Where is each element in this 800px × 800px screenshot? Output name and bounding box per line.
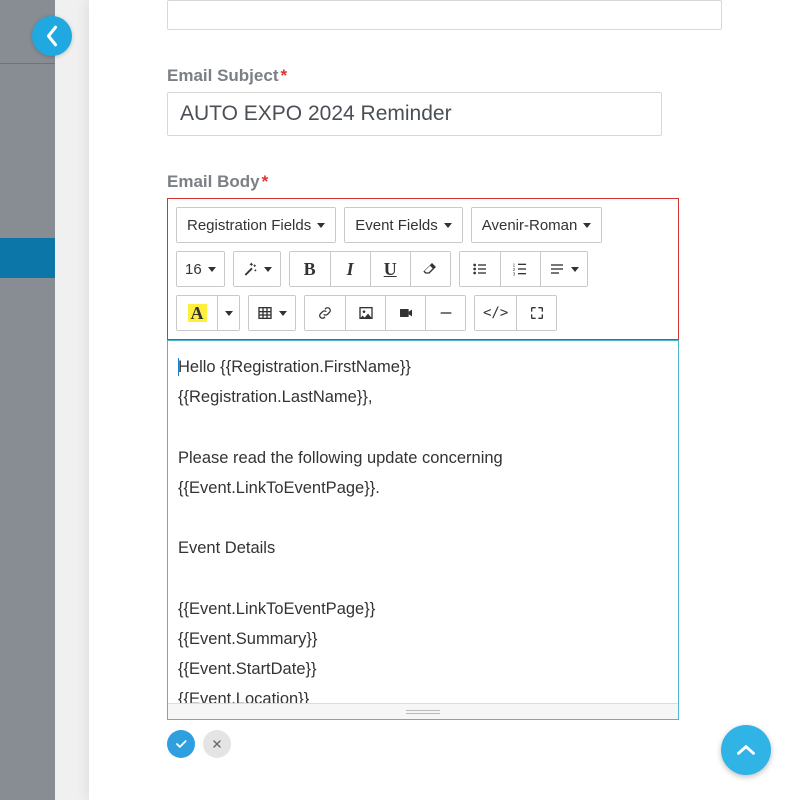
underline-button[interactable]: U <box>370 252 410 286</box>
highlight-icon: A <box>188 304 207 322</box>
check-icon <box>174 737 188 751</box>
chevron-up-icon <box>736 743 756 757</box>
code-view-button[interactable]: </> <box>475 296 516 330</box>
back-button[interactable] <box>32 16 72 56</box>
unordered-list-icon <box>472 261 488 277</box>
event-fields-dropdown[interactable]: Event Fields <box>345 208 462 242</box>
text-highlight-button[interactable]: A <box>177 296 217 330</box>
font-size-dropdown[interactable]: 16 <box>177 252 224 286</box>
sidebar <box>0 0 55 800</box>
fullscreen-button[interactable] <box>516 296 556 330</box>
bold-button[interactable]: B <box>290 252 330 286</box>
magic-wand-icon <box>242 261 258 277</box>
italic-icon: I <box>347 259 354 280</box>
minus-icon <box>438 305 454 321</box>
editor-panel: Email Subject* Email Body* Registration … <box>89 0 800 800</box>
bold-icon: B <box>304 259 316 280</box>
email-body-editor[interactable]: Hello {{Registration.FirstName}}{{Regist… <box>167 340 679 720</box>
underline-icon: U <box>384 259 397 280</box>
unordered-list-button[interactable] <box>460 252 500 286</box>
video-button[interactable] <box>385 296 425 330</box>
link-button[interactable] <box>305 296 345 330</box>
confirm-button[interactable] <box>167 730 195 758</box>
email-subject-input[interactable] <box>167 92 662 136</box>
registration-fields-dropdown[interactable]: Registration Fields <box>177 208 335 242</box>
link-icon <box>317 305 333 321</box>
editor-toolbar: Registration Fields Event Fields Avenir-… <box>167 198 679 340</box>
chevron-left-icon <box>45 25 59 47</box>
email-body-label: Email Body* <box>167 172 722 192</box>
ordered-list-button[interactable]: 123 <box>500 252 540 286</box>
italic-button[interactable]: I <box>330 252 370 286</box>
sidebar-active-item[interactable] <box>0 238 55 278</box>
clear-format-button[interactable] <box>410 252 450 286</box>
horizontal-rule-button[interactable] <box>425 296 465 330</box>
image-button[interactable] <box>345 296 385 330</box>
paragraph-icon <box>549 261 565 277</box>
editor-text-area[interactable]: Hello {{Registration.FirstName}}{{Regist… <box>168 340 678 719</box>
svg-text:3: 3 <box>513 272 516 277</box>
text-color-dropdown[interactable] <box>217 296 239 330</box>
grip-icon <box>406 710 440 714</box>
font-family-dropdown[interactable]: Avenir-Roman <box>472 208 602 242</box>
email-subject-label: Email Subject* <box>167 66 722 86</box>
scroll-to-top-button[interactable] <box>721 725 771 775</box>
magic-wand-button[interactable] <box>234 252 280 286</box>
previous-field[interactable] <box>167 0 722 30</box>
paragraph-dropdown[interactable] <box>540 252 587 286</box>
fullscreen-icon <box>529 305 545 321</box>
cancel-button[interactable] <box>203 730 231 758</box>
table-dropdown[interactable] <box>249 296 295 330</box>
video-icon <box>398 305 414 321</box>
editor-resize-handle[interactable] <box>168 703 678 719</box>
close-icon <box>211 738 223 750</box>
image-icon <box>358 305 374 321</box>
code-icon: </> <box>483 305 508 321</box>
table-icon <box>257 305 273 321</box>
sidebar-separator <box>0 63 55 64</box>
eraser-icon <box>422 261 438 277</box>
ordered-list-icon: 123 <box>512 261 528 277</box>
